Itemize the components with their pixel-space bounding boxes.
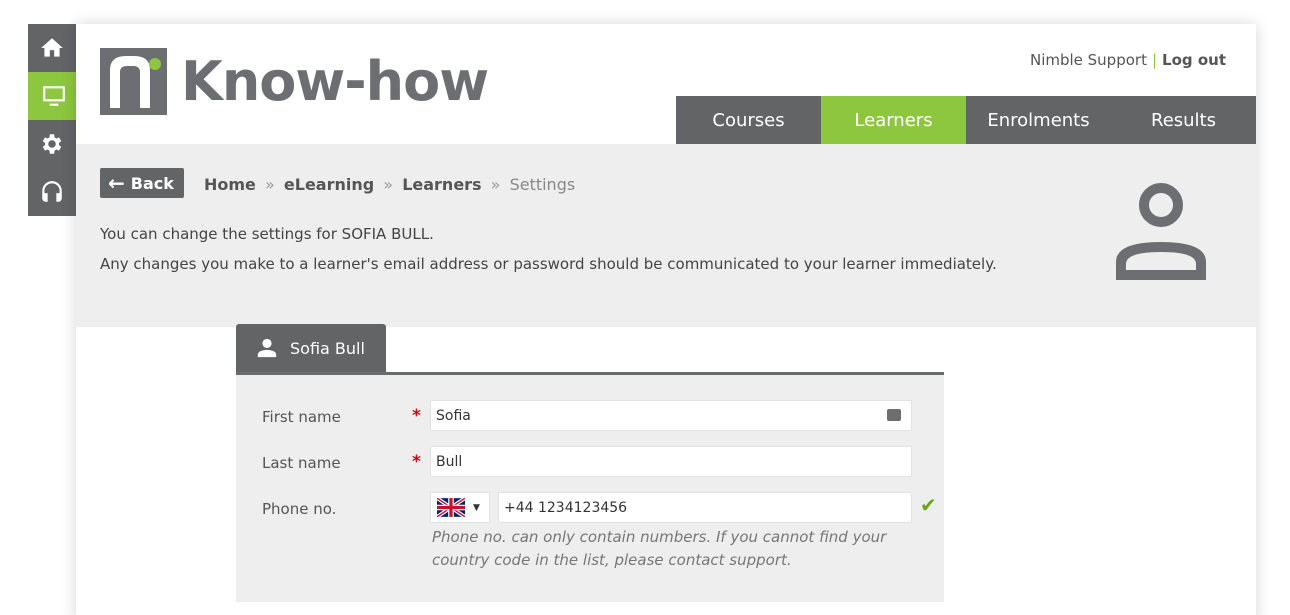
logout-link[interactable]: Log out bbox=[1162, 51, 1226, 69]
breadcrumb-learners[interactable]: Learners bbox=[402, 175, 481, 194]
rail-home-button[interactable] bbox=[28, 24, 76, 72]
autofill-icon[interactable] bbox=[887, 404, 902, 421]
gb-flag-icon bbox=[437, 498, 465, 517]
gear-icon bbox=[42, 134, 62, 154]
breadcrumb-separator: » bbox=[490, 175, 501, 194]
tab-learner-name: Sofia Bull bbox=[290, 338, 365, 358]
breadcrumb-separator: » bbox=[265, 175, 275, 194]
tab-learner-profile[interactable]: Sofia Bull bbox=[236, 324, 386, 372]
intro-text: You can change the settings for SOFIA BU… bbox=[100, 225, 434, 243]
nav-tab-courses[interactable]: Courses bbox=[676, 96, 821, 144]
chevron-down-icon: ▼ bbox=[473, 502, 480, 513]
top-links-separator: | bbox=[1151, 51, 1158, 69]
user-icon bbox=[257, 338, 277, 358]
required-marker: * bbox=[412, 452, 421, 472]
rail-elearning-button[interactable] bbox=[28, 72, 80, 120]
breadcrumb-elearning[interactable]: eLearning bbox=[284, 175, 374, 194]
first-name-label: First name bbox=[262, 408, 341, 426]
side-rail bbox=[28, 24, 80, 216]
first-name-value: Sofia bbox=[436, 408, 471, 424]
nav-tab-results[interactable]: Results bbox=[1111, 96, 1256, 144]
rail-settings-button[interactable] bbox=[28, 120, 76, 168]
phone-hint: Phone no. can only contain numbers. If y… bbox=[432, 528, 887, 569]
first-name-input[interactable]: Sofia bbox=[430, 400, 912, 431]
back-button-label: Back bbox=[130, 173, 174, 193]
phone-value: +44 1234123456 bbox=[504, 500, 628, 516]
monitor-icon bbox=[43, 86, 65, 106]
breadcrumb-separator: » bbox=[383, 175, 394, 194]
back-button[interactable]: ← Back bbox=[100, 168, 184, 198]
valid-check-icon: ✔ bbox=[920, 493, 937, 517]
rail-support-button[interactable] bbox=[28, 168, 76, 216]
brand-logo[interactable]: Know-how bbox=[100, 48, 489, 115]
nav-tab-learners[interactable]: Learners bbox=[821, 96, 966, 148]
breadcrumb-home[interactable]: Home bbox=[204, 175, 256, 194]
learner-settings-form: First name * Sofia Last name * Bull Phon… bbox=[236, 372, 944, 602]
required-marker: * bbox=[412, 406, 421, 426]
arrow-left-icon: ← bbox=[108, 171, 125, 195]
home-icon bbox=[41, 38, 63, 57]
headset-icon bbox=[42, 181, 62, 202]
support-link[interactable]: Nimble Support bbox=[1030, 51, 1147, 69]
intro-warning-text: Any changes you make to a learner's emai… bbox=[100, 255, 997, 273]
main-nav: Courses Learners Enrolments Results bbox=[676, 96, 1256, 148]
info-banner: ← Back Home » eLearning » Learners » Set… bbox=[76, 144, 1256, 327]
breadcrumb-current: Settings bbox=[509, 175, 576, 194]
phone-label: Phone no. bbox=[262, 500, 337, 518]
top-links: Nimble Support | Log out bbox=[1030, 51, 1226, 69]
last-name-value: Bull bbox=[436, 454, 463, 470]
last-name-input[interactable]: Bull bbox=[430, 446, 912, 477]
user-avatar-icon bbox=[1116, 183, 1206, 280]
breadcrumb: Home » eLearning » Learners » Settings bbox=[204, 175, 575, 194]
brand-name: Know-how bbox=[181, 49, 489, 113]
phone-input[interactable]: +44 1234123456 bbox=[498, 492, 912, 523]
country-code-select[interactable]: ▼ bbox=[430, 492, 490, 523]
last-name-label: Last name bbox=[262, 454, 341, 472]
logo-mark-icon bbox=[100, 48, 167, 115]
nav-tab-enrolments[interactable]: Enrolments bbox=[966, 96, 1111, 144]
